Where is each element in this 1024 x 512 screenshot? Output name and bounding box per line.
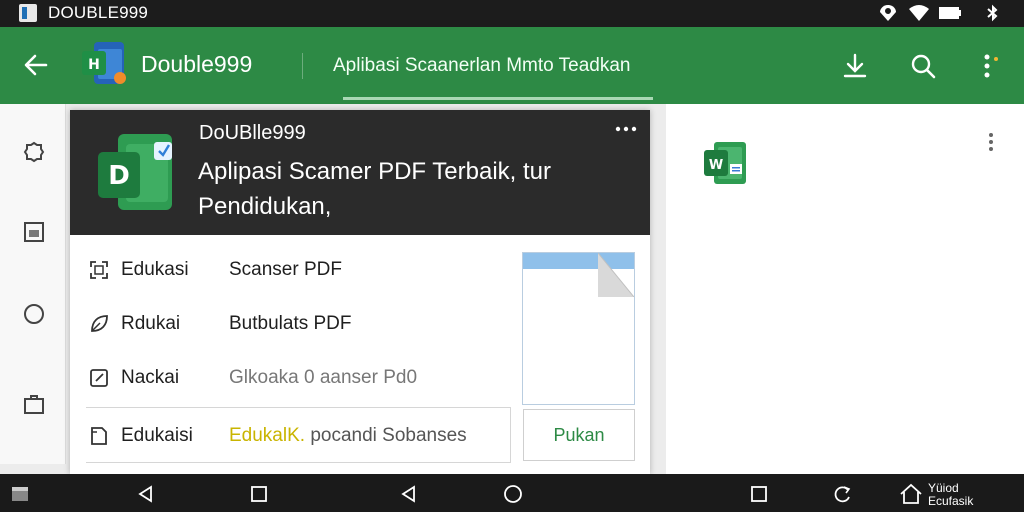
app-logo-icon: H — [82, 42, 126, 84]
recents-square-icon[interactable] — [749, 484, 769, 504]
svg-text:H: H — [88, 57, 100, 73]
svg-text:W: W — [709, 158, 723, 173]
nav-bar-label-line2: Ecufasik — [928, 494, 974, 508]
briefcase-icon[interactable] — [22, 392, 46, 416]
recents-square-icon[interactable] — [249, 484, 269, 504]
app-bar: H Double999 Aplibasi Scaanerlan Mmto Tea… — [0, 27, 1024, 104]
list-item-label: Nackai — [121, 367, 180, 388]
list-item-value: EdukalK. pocandi Sobanses — [229, 425, 467, 447]
list-item[interactable]: Nackai Glkoaka 0 aanser Pd0 — [86, 355, 511, 399]
list-item-label: Edukaisi — [121, 425, 193, 446]
scan-icon — [90, 261, 108, 279]
home-circle-icon[interactable] — [503, 484, 523, 504]
list-item-value: Scanser PDF — [229, 259, 342, 280]
highlighted-text: EdukalK. — [229, 425, 306, 446]
bluetooth-icon — [987, 4, 998, 22]
leaf-icon — [91, 315, 108, 332]
spreadsheet-file-icon[interactable]: W — [702, 138, 752, 188]
battery-icon — [939, 7, 961, 19]
card-app-name: DoUBlle999 — [199, 122, 306, 144]
system-nav-bar: Yüiod Ecufasik — [0, 474, 1024, 512]
item-menu-icon[interactable] — [986, 132, 996, 152]
tab-scanner[interactable]: Aplibasi Scaanerlan Mmto Teadkan — [333, 55, 631, 77]
app-info-card: D DoUBlle999 Aplipasi Scamer PDF Terbaik… — [70, 110, 650, 474]
back-triangle-icon[interactable] — [136, 484, 156, 504]
overflow-menu-icon[interactable] — [978, 51, 1002, 81]
detail-pane: W — [666, 104, 1024, 474]
app-notification-icon — [19, 4, 37, 22]
tab-indicator — [343, 97, 653, 100]
search-icon[interactable] — [908, 51, 938, 81]
remaining-text: pocandi Sobanses — [305, 425, 467, 446]
settings-icon[interactable] — [22, 140, 46, 164]
navigation-rail — [0, 104, 66, 464]
open-button[interactable]: Pukan — [523, 409, 635, 461]
svg-text:D: D — [108, 161, 130, 191]
home-icon[interactable] — [899, 483, 923, 505]
app-name: Double999 — [141, 51, 253, 77]
wifi-icon — [909, 5, 929, 21]
card-app-description: Aplipasi Scamer PDF Terbaik, tur Pendidu… — [198, 158, 552, 220]
page-fold-icon — [598, 253, 634, 297]
app-bar-divider — [302, 53, 303, 79]
back-triangle-icon[interactable] — [399, 484, 419, 504]
edit-icon — [90, 369, 108, 387]
document-icon — [91, 427, 107, 445]
location-icon — [880, 5, 896, 21]
download-icon[interactable] — [840, 51, 870, 81]
list-item[interactable]: Rdukai Butbulats PDF — [86, 301, 511, 345]
circle-icon[interactable] — [22, 302, 46, 326]
list-item-value: Butbulats PDF — [229, 313, 352, 334]
document-thumbnail[interactable] — [522, 252, 635, 405]
back-arrow-icon[interactable] — [22, 51, 50, 79]
gallery-icon[interactable] — [22, 220, 46, 244]
card-header: D DoUBlle999 Aplipasi Scamer PDF Terbaik… — [70, 110, 650, 235]
list-item-label: Rdukai — [121, 313, 181, 334]
list-item-label: Edukasi — [121, 259, 189, 280]
rotate-icon[interactable] — [833, 484, 853, 504]
more-options-icon[interactable] — [614, 124, 638, 134]
app-large-logo-icon: D — [98, 134, 172, 210]
nav-bar-label: Yüiod Ecufasik — [928, 482, 973, 508]
status-bar: DOUBLE999 — [0, 0, 1024, 27]
status-bar-title: DOUBLE999 — [48, 3, 149, 22]
app-switch-icon[interactable] — [10, 484, 30, 504]
list-item-search[interactable]: Edukaisi EdukalK. pocandi Sobanses — [86, 407, 511, 463]
list-item[interactable]: Edukasi Scanser PDF — [86, 247, 511, 291]
list-item-value: Glkoaka 0 aanser Pd0 — [229, 367, 418, 388]
